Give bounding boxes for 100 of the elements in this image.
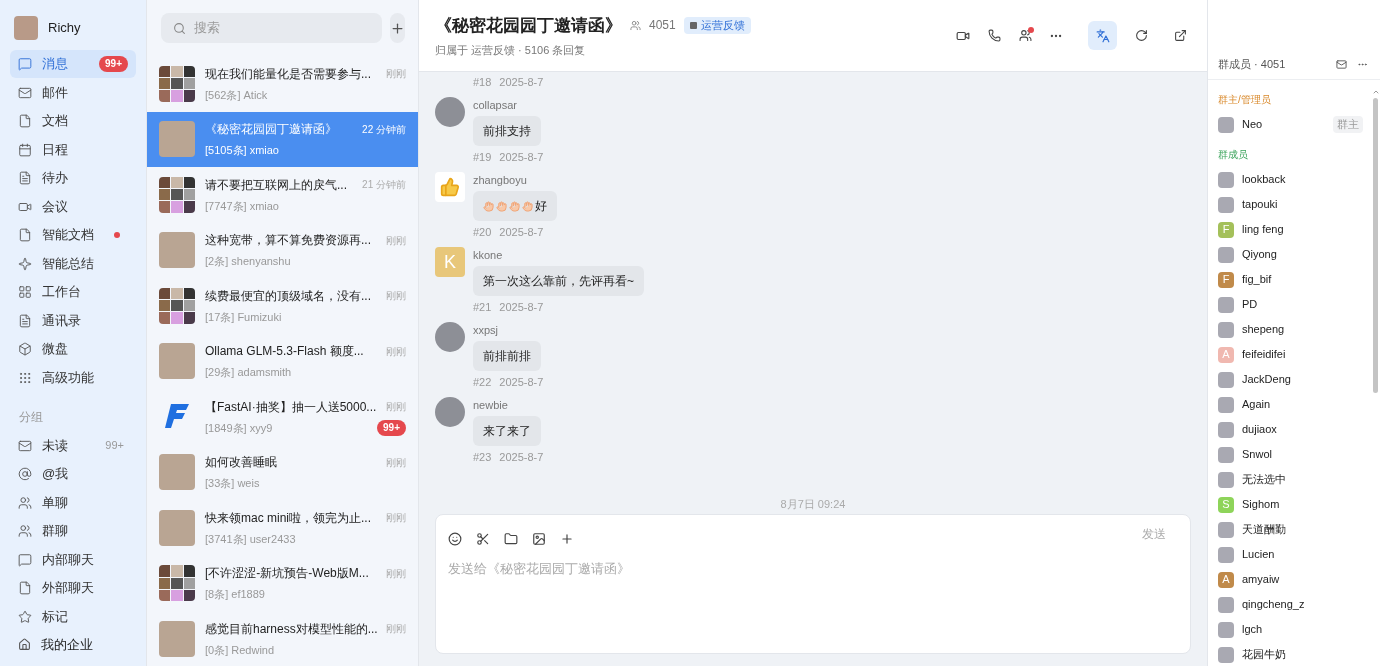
- member-item[interactable]: 无法选中: [1208, 467, 1371, 492]
- dots-grid-icon: [18, 370, 32, 385]
- conversation-time: 刚刚: [386, 67, 406, 81]
- conversation-title: 感觉目前harness对模型性能的...: [205, 620, 378, 638]
- nav-item[interactable]: 待办: [10, 164, 136, 192]
- member-name: Neo: [1242, 117, 1264, 133]
- conversation-item[interactable]: 如何改善睡眠 刚刚 [33条] weis: [147, 444, 418, 500]
- nav-item[interactable]: 高级功能: [10, 363, 136, 392]
- plus-icon[interactable]: [560, 532, 574, 546]
- member-item[interactable]: PD: [1208, 292, 1371, 317]
- conversation-item[interactable]: 【FastAI·抽奖】抽一人送5000... 刚刚 [1849条] xyy9 99+: [147, 389, 418, 445]
- member-name: 天道酬勤: [1242, 522, 1287, 538]
- member-item[interactable]: shepeng: [1208, 317, 1371, 342]
- photo-placeholder: [1218, 371, 1234, 388]
- conversation-item[interactable]: 现在我们能量化是否需要参与... 刚刚 [562条] Atick: [147, 56, 418, 112]
- author-name: kkone: [473, 248, 503, 263]
- member-item[interactable]: F ling feng: [1208, 217, 1371, 242]
- nav-item[interactable]: 未读 99+: [10, 431, 136, 460]
- nav-item[interactable]: 通讯录: [10, 306, 136, 335]
- member-count: 4051: [649, 17, 676, 35]
- nav-item[interactable]: 消息 99+: [10, 50, 136, 78]
- image-icon[interactable]: [532, 532, 546, 546]
- scissors-icon[interactable]: [476, 532, 490, 546]
- member-item[interactable]: Snwol: [1208, 442, 1371, 467]
- nav-item[interactable]: 文档: [10, 107, 136, 135]
- nav-item[interactable]: 会议: [10, 192, 136, 221]
- nav-item[interactable]: 微盘: [10, 335, 136, 363]
- nav-item[interactable]: 群聊: [10, 517, 136, 545]
- conversation-item[interactable]: 这种宽带，算不算免费资源再... 刚刚 [2条] shenyanshu: [147, 222, 418, 278]
- scroll-up-icon[interactable]: [1371, 88, 1380, 96]
- message-input[interactable]: 发送给《秘密花园园丁邀请函》: [448, 559, 1178, 653]
- member-item[interactable]: 花园牛奶: [1208, 642, 1371, 666]
- member-item[interactable]: Neo 群主: [1208, 112, 1371, 137]
- member-item[interactable]: S Sighom: [1208, 492, 1371, 517]
- member-item[interactable]: qingcheng_z: [1208, 592, 1371, 617]
- conversation-preview: [17条] Fumizuki: [205, 309, 282, 325]
- nav-item[interactable]: 邮件: [10, 78, 136, 107]
- member-item[interactable]: F fig_bif: [1208, 267, 1371, 292]
- conversation-preview: [29条] adamsmith: [205, 365, 292, 380]
- nav-item[interactable]: 内部聊天: [10, 545, 136, 574]
- member-item[interactable]: Again: [1208, 392, 1371, 417]
- nav-item[interactable]: @我: [10, 460, 136, 488]
- member-item[interactable]: A amyaiw: [1208, 567, 1371, 592]
- post-date: 2025-8-7: [499, 300, 544, 315]
- search-field[interactable]: 搜索: [161, 13, 382, 43]
- photo-placeholder: [435, 322, 465, 352]
- group-avatar: [159, 65, 195, 102]
- photo-placeholder: [1218, 171, 1234, 188]
- member-item[interactable]: A feifeidifei: [1208, 342, 1371, 367]
- nav-item[interactable]: 工作台: [10, 278, 136, 306]
- nav-item[interactable]: 智能文档: [10, 221, 136, 249]
- photo-placeholder: [1218, 421, 1234, 438]
- nav-label: 标记: [42, 607, 69, 626]
- search-input[interactable]: 搜索: [194, 18, 370, 38]
- conversation-time: 刚刚: [386, 455, 406, 470]
- smiley-icon[interactable]: [448, 532, 462, 546]
- people-icon: [630, 19, 641, 31]
- conversation-time: 刚刚: [386, 233, 406, 248]
- add-button[interactable]: [390, 13, 405, 43]
- conversation-item[interactable]: 请不要把互联网上的戾气... 21 分钟前 [7747条] xmiao: [147, 167, 418, 223]
- member-item[interactable]: tapouki: [1208, 192, 1371, 217]
- conversation-title: 请不要把互联网上的戾气...: [205, 176, 347, 194]
- member-item[interactable]: Lucien: [1208, 542, 1371, 567]
- member-item[interactable]: dujiaox: [1208, 417, 1371, 442]
- nav-item[interactable]: 外部聊天: [10, 574, 136, 602]
- envelope-icon[interactable]: [1336, 59, 1347, 70]
- member-name: dujiaox: [1242, 422, 1278, 438]
- envelope-icon: [18, 85, 32, 100]
- photo-placeholder: [1218, 396, 1234, 413]
- nav-item[interactable]: 日程: [10, 135, 136, 164]
- nav-label: 智能文档: [42, 226, 95, 245]
- conversation-time: 21 分钟前: [362, 178, 406, 192]
- nav-item[interactable]: 标记: [10, 602, 136, 631]
- translate-button[interactable]: [1088, 21, 1117, 50]
- conversation-item[interactable]: Ollama GLM-5.3-Flash 额度... 刚刚 [29条] adamsmith: [147, 333, 418, 389]
- conversation-preview: [3741条] user2433: [205, 531, 296, 547]
- photo-placeholder: [1218, 521, 1234, 538]
- photo-placeholder: [1218, 546, 1234, 563]
- member-item[interactable]: JackDeng: [1208, 367, 1371, 392]
- member-item[interactable]: 天道酬勤: [1208, 517, 1371, 542]
- nav-item[interactable]: 单聊: [10, 488, 136, 517]
- photo-placeholder: [1218, 471, 1234, 488]
- at-sign-icon: [18, 467, 32, 481]
- member-name: lookback: [1242, 172, 1287, 188]
- conversation-item[interactable]: 续费最便宜的顶级域名，没有... 刚刚 [17条] Fumizuki: [147, 278, 418, 334]
- message-bubble: 好: [473, 191, 557, 221]
- nav-label: 智能总结: [42, 254, 95, 273]
- photo-placeholder: [1218, 646, 1234, 663]
- member-item[interactable]: lookback: [1208, 167, 1371, 192]
- folder-icon[interactable]: [504, 532, 518, 546]
- conversation-item[interactable]: 感觉目前harness对模型性能的... 刚刚 [0条] Redwind: [147, 611, 418, 666]
- member-item[interactable]: lgch: [1208, 617, 1371, 642]
- conversation-item[interactable]: [不许涩涩-新坑预告-Web版M... 刚刚 [8条] ef1889: [147, 555, 418, 611]
- nav-item[interactable]: 智能总结: [10, 249, 136, 278]
- conversation-item[interactable]: 快来领mac mini啦，领完为止... 刚刚 [3741条] user2433: [147, 500, 418, 556]
- post-number: #18: [473, 75, 492, 90]
- calendar-icon: [18, 142, 32, 157]
- conversation-preview: [33条] weis: [205, 476, 260, 491]
- member-item[interactable]: Qiyong: [1208, 242, 1371, 267]
- enterprise-link[interactable]: 我的企业: [41, 634, 93, 654]
